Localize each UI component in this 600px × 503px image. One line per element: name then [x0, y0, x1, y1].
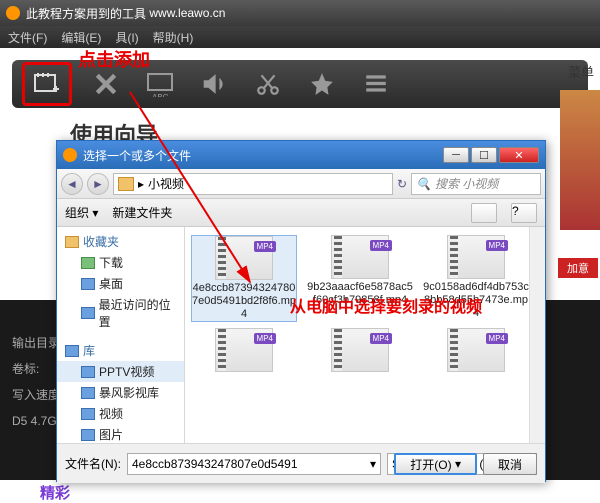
maximize-button[interactable]: ☐ — [471, 147, 497, 163]
library-icon — [65, 345, 79, 357]
breadcrumb-text: 小视频 — [148, 175, 184, 192]
recent-icon — [81, 307, 95, 319]
refresh-icon[interactable]: ↻ — [397, 177, 407, 191]
search-placeholder: 搜索 小视频 — [435, 175, 498, 192]
menu-edit[interactable]: 编辑(E) — [61, 29, 101, 46]
tree-recent[interactable]: 最近访问的位置 — [57, 294, 184, 332]
menu-help[interactable]: 帮助(H) — [153, 29, 194, 46]
dialog-navbar: ◄ ► ▸ 小视频 ↻ 🔍 搜索 小视频 — [57, 169, 545, 199]
mp4-badge: MP4 — [370, 240, 392, 251]
star-icon — [65, 236, 79, 248]
side-thumbnail — [560, 90, 600, 230]
filename-combo[interactable]: 4e8ccb873943247807e0d5491▾ — [127, 453, 381, 475]
svg-text:ABC: ABC — [152, 93, 169, 97]
organize-button[interactable]: 组织 ▾ — [65, 204, 98, 221]
add-highlight-box — [22, 62, 72, 106]
file-list: 从电脑中选择要刻录的视频 MP4 4e8ccb873943247807e0d54… — [185, 227, 545, 443]
mp4-badge: MP4 — [254, 333, 276, 344]
folder-icon — [118, 177, 134, 191]
scrollbar[interactable] — [529, 227, 545, 443]
desktop-icon — [81, 278, 95, 290]
side-menu-label[interactable]: 菜单 — [568, 62, 594, 81]
open-button[interactable]: 打开(O) ▾ — [394, 453, 477, 475]
file-item[interactable]: MP4 — [423, 328, 529, 372]
dialog-toolbar: 组织 ▾ 新建文件夹 ? — [57, 199, 545, 227]
mp4-badge: MP4 — [486, 333, 508, 344]
dialog-title: 选择一个或多个文件 — [83, 147, 191, 164]
folder-tree: 收藏夹 下载 桌面 最近访问的位置 库 PPTV视频 暴风影视库 视频 图片 — [57, 227, 185, 443]
mp4-badge: MP4 — [486, 240, 508, 251]
tree-libraries[interactable]: 库 — [57, 340, 184, 361]
mp4-badge: MP4 — [254, 241, 276, 252]
list-icon[interactable] — [356, 67, 396, 101]
tree-videos[interactable]: 视频 — [57, 403, 184, 424]
search-icon: 🔍 — [416, 177, 431, 191]
tree-downloads[interactable]: 下载 — [57, 252, 184, 273]
app-titlebar: 此教程方案用到的工具 www.leawo.cn — [0, 0, 600, 26]
filename-label: 文件名(N): — [65, 455, 121, 472]
tree-pictures[interactable]: 图片 — [57, 424, 184, 443]
menu-file[interactable]: 文件(F) — [8, 29, 47, 46]
tree-pptv[interactable]: PPTV视频 — [57, 361, 184, 382]
cancel-button[interactable]: 取消 — [483, 453, 537, 475]
menu-tools[interactable]: 具(I) — [115, 29, 138, 46]
file-name: 4e8ccb873943247807e0d5491bd2f8f6.mp4 — [192, 282, 296, 321]
add-video-button[interactable] — [27, 67, 67, 101]
dialog-titlebar: 选择一个或多个文件 ─ ☐ ✕ — [57, 141, 545, 169]
app-title-url: www.leawo.cn — [149, 6, 225, 20]
help-button[interactable]: ? — [511, 203, 537, 223]
star-icon[interactable] — [302, 67, 342, 101]
download-icon — [81, 257, 95, 269]
cut-icon[interactable] — [248, 67, 288, 101]
folder-icon — [81, 387, 95, 399]
file-item[interactable]: MP4 — [191, 328, 297, 372]
breadcrumb[interactable]: ▸ 小视频 — [113, 173, 393, 195]
close-button[interactable]: ✕ — [499, 147, 539, 163]
minimize-button[interactable]: ─ — [443, 147, 469, 163]
file-item[interactable]: MP4 4e8ccb873943247807e0d5491bd2f8f6.mp4 — [191, 235, 297, 322]
annotation-select: 从电脑中选择要刻录的视频 — [290, 293, 482, 317]
view-mode-button[interactable] — [471, 203, 497, 223]
file-open-dialog: 选择一个或多个文件 ─ ☐ ✕ ◄ ► ▸ 小视频 ↻ 🔍 搜索 小视频 组织 … — [56, 140, 546, 482]
search-input[interactable]: 🔍 搜索 小视频 — [411, 173, 541, 195]
app-title: 此教程方案用到的工具 — [26, 5, 146, 22]
audio-icon[interactable] — [194, 67, 234, 101]
folder-icon — [81, 366, 95, 378]
close-icon[interactable] — [86, 67, 126, 101]
nav-back-button[interactable]: ◄ — [61, 173, 83, 195]
app-icon — [6, 6, 20, 20]
mp4-badge: MP4 — [370, 333, 392, 344]
folder-icon — [81, 429, 95, 441]
subtitle-icon[interactable]: ABC — [140, 67, 180, 101]
folder-icon — [81, 408, 95, 420]
dialog-icon — [63, 148, 77, 162]
nav-fwd-button[interactable]: ► — [87, 173, 109, 195]
new-folder-button[interactable]: 新建文件夹 — [112, 204, 172, 221]
app-menubar: 文件(F) 编辑(E) 具(I) 帮助(H) — [0, 26, 600, 48]
tree-favorites[interactable]: 收藏夹 — [57, 231, 184, 252]
footer-text: 精彩 — [40, 482, 70, 503]
tree-baofeng[interactable]: 暴风影视库 — [57, 382, 184, 403]
annotation-add: 点击添加 — [78, 46, 150, 72]
tree-desktop[interactable]: 桌面 — [57, 273, 184, 294]
side-tag[interactable]: 加意 — [558, 258, 598, 278]
file-item[interactable]: MP4 — [307, 328, 413, 372]
